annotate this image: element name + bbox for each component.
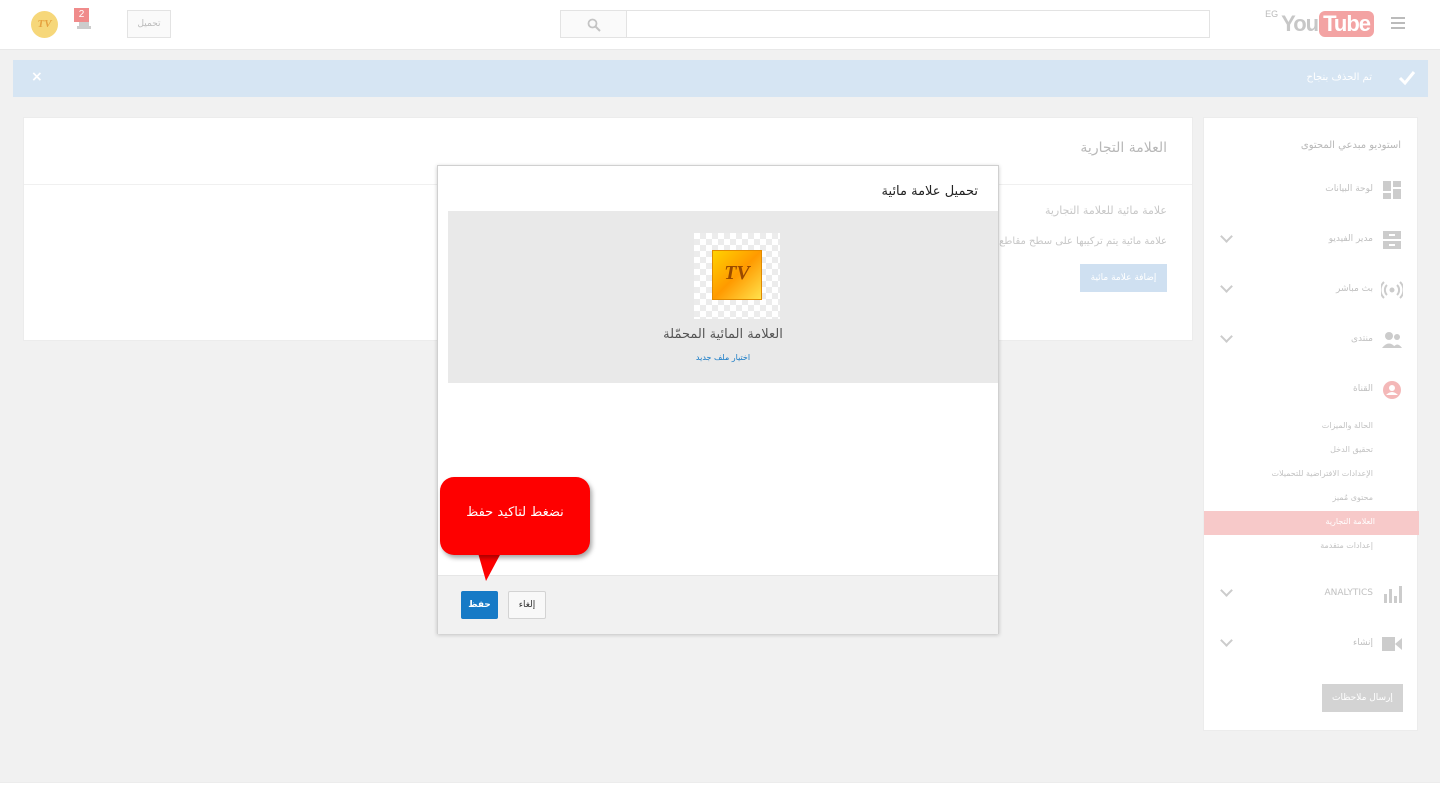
transparency-background: TV [694,233,780,319]
check-icon [1398,71,1416,86]
sidebar: استوديو مبدعي المحتوى لوحة البيانات مدير… [1203,117,1419,731]
live-icon [1381,281,1403,299]
watermark-image: TV [712,250,762,300]
watermark-label: علامة مائية للعلامة التجارية [1044,204,1167,217]
search-icon [587,18,601,32]
sidebar-subitem[interactable]: محتوى مُميز [1332,493,1373,502]
menu-icon[interactable] [1391,17,1405,32]
create-icon [1382,637,1402,651]
preview-caption: العلامة المائية المحمّلة [663,327,783,342]
sidebar-item-live[interactable]: بث مباشر [1204,275,1417,305]
dashboard-icon [1383,181,1401,199]
close-icon[interactable]: × [31,69,43,85]
sidebar-subitem[interactable]: الحالة والميزات [1322,421,1373,430]
sidebar-title: استوديو مبدعي المحتوى [1300,140,1401,151]
notification-count-badge: 2 [74,8,89,22]
top-bar: EG You Tube تحميل 2 TV [0,0,1440,50]
annotation-callout: نضغط لتاكيد حفظ [440,477,590,555]
cancel-button[interactable]: إلغاء [508,591,546,619]
youtube-logo[interactable]: EG You Tube [1265,9,1374,39]
search-button[interactable] [560,10,627,38]
sidebar-subitem[interactable]: إعدادات متقدمة [1320,541,1373,550]
sidebar-item-label: مدير الفيديو [1328,234,1373,244]
dialog-footer: حفظ إلغاء [438,575,998,634]
footer-strip [0,782,1440,800]
chevron-down-icon[interactable] [1220,584,1233,597]
dialog-title: تحميل علامة مائية [881,184,978,199]
sidebar-subitem-active[interactable]: العلامة التجارية [1204,511,1419,535]
sidebar-item-video-manager[interactable]: مدير الفيديو [1204,225,1417,255]
callout-pointer [478,553,501,581]
sidebar-item-label: القناة [1353,384,1373,394]
sidebar-item-label: لوحة البيانات [1325,184,1373,194]
watermark-description: علامة مائية يتم تركيبها على سطح مقاطع [999,236,1167,247]
add-watermark-button[interactable]: إضافة علامة مائية [1080,264,1167,292]
callout-text: نضغط لتاكيد حفظ [466,505,564,520]
success-banner: تم الحذف بنجاح × [13,60,1428,97]
logo-text: TV [724,262,750,284]
page-title: العلامة التجارية [1080,140,1167,156]
sidebar-item-dashboard[interactable]: لوحة البيانات [1204,175,1417,205]
video-manager-icon [1383,231,1401,249]
search-input[interactable] [626,10,1210,38]
chevron-down-icon[interactable] [1220,230,1233,243]
upload-watermark-dialog: تحميل علامة مائية TV العلامة المائية الم… [437,165,999,634]
analytics-icon [1384,586,1402,603]
upload-button[interactable]: تحميل [127,10,171,38]
sidebar-item-label: ANALYTICS [1324,588,1373,598]
send-feedback-button[interactable]: إرسال ملاحظات [1322,684,1403,712]
save-button[interactable]: حفظ [461,591,498,619]
chevron-down-icon[interactable] [1220,330,1233,343]
sidebar-item-label: بث مباشر [1336,284,1373,294]
sidebar-item-channel[interactable]: القناة [1204,375,1417,405]
sidebar-subitem-label: العلامة التجارية [1325,517,1375,526]
choose-new-file-link[interactable]: اختيار ملف جديد [448,353,998,362]
logo-you: You [1281,11,1319,36]
community-icon [1382,332,1402,348]
chevron-down-icon[interactable] [1220,280,1233,293]
logo-region: EG [1265,9,1279,19]
sidebar-item-community[interactable]: منتدى [1204,325,1417,355]
sidebar-subitem[interactable]: الإعدادات الافتراضية للتحميلات [1271,469,1373,478]
watermark-preview: TV العلامة المائية المحمّلة اختيار ملف ج… [448,211,998,383]
banner-message: تم الحذف بنجاح [1306,72,1372,83]
sidebar-item-label: منتدى [1350,334,1373,344]
sidebar-subitem[interactable]: تحقيق الدخل [1330,445,1373,454]
sidebar-item-label: إنشاء [1352,638,1373,648]
avatar[interactable]: TV [31,11,58,38]
sidebar-item-analytics[interactable]: ANALYTICS [1204,579,1417,609]
sidebar-item-create[interactable]: إنشاء [1204,629,1417,659]
logo-tube: Tube [1319,11,1374,37]
channel-icon [1383,381,1401,399]
chevron-down-icon[interactable] [1220,634,1233,647]
